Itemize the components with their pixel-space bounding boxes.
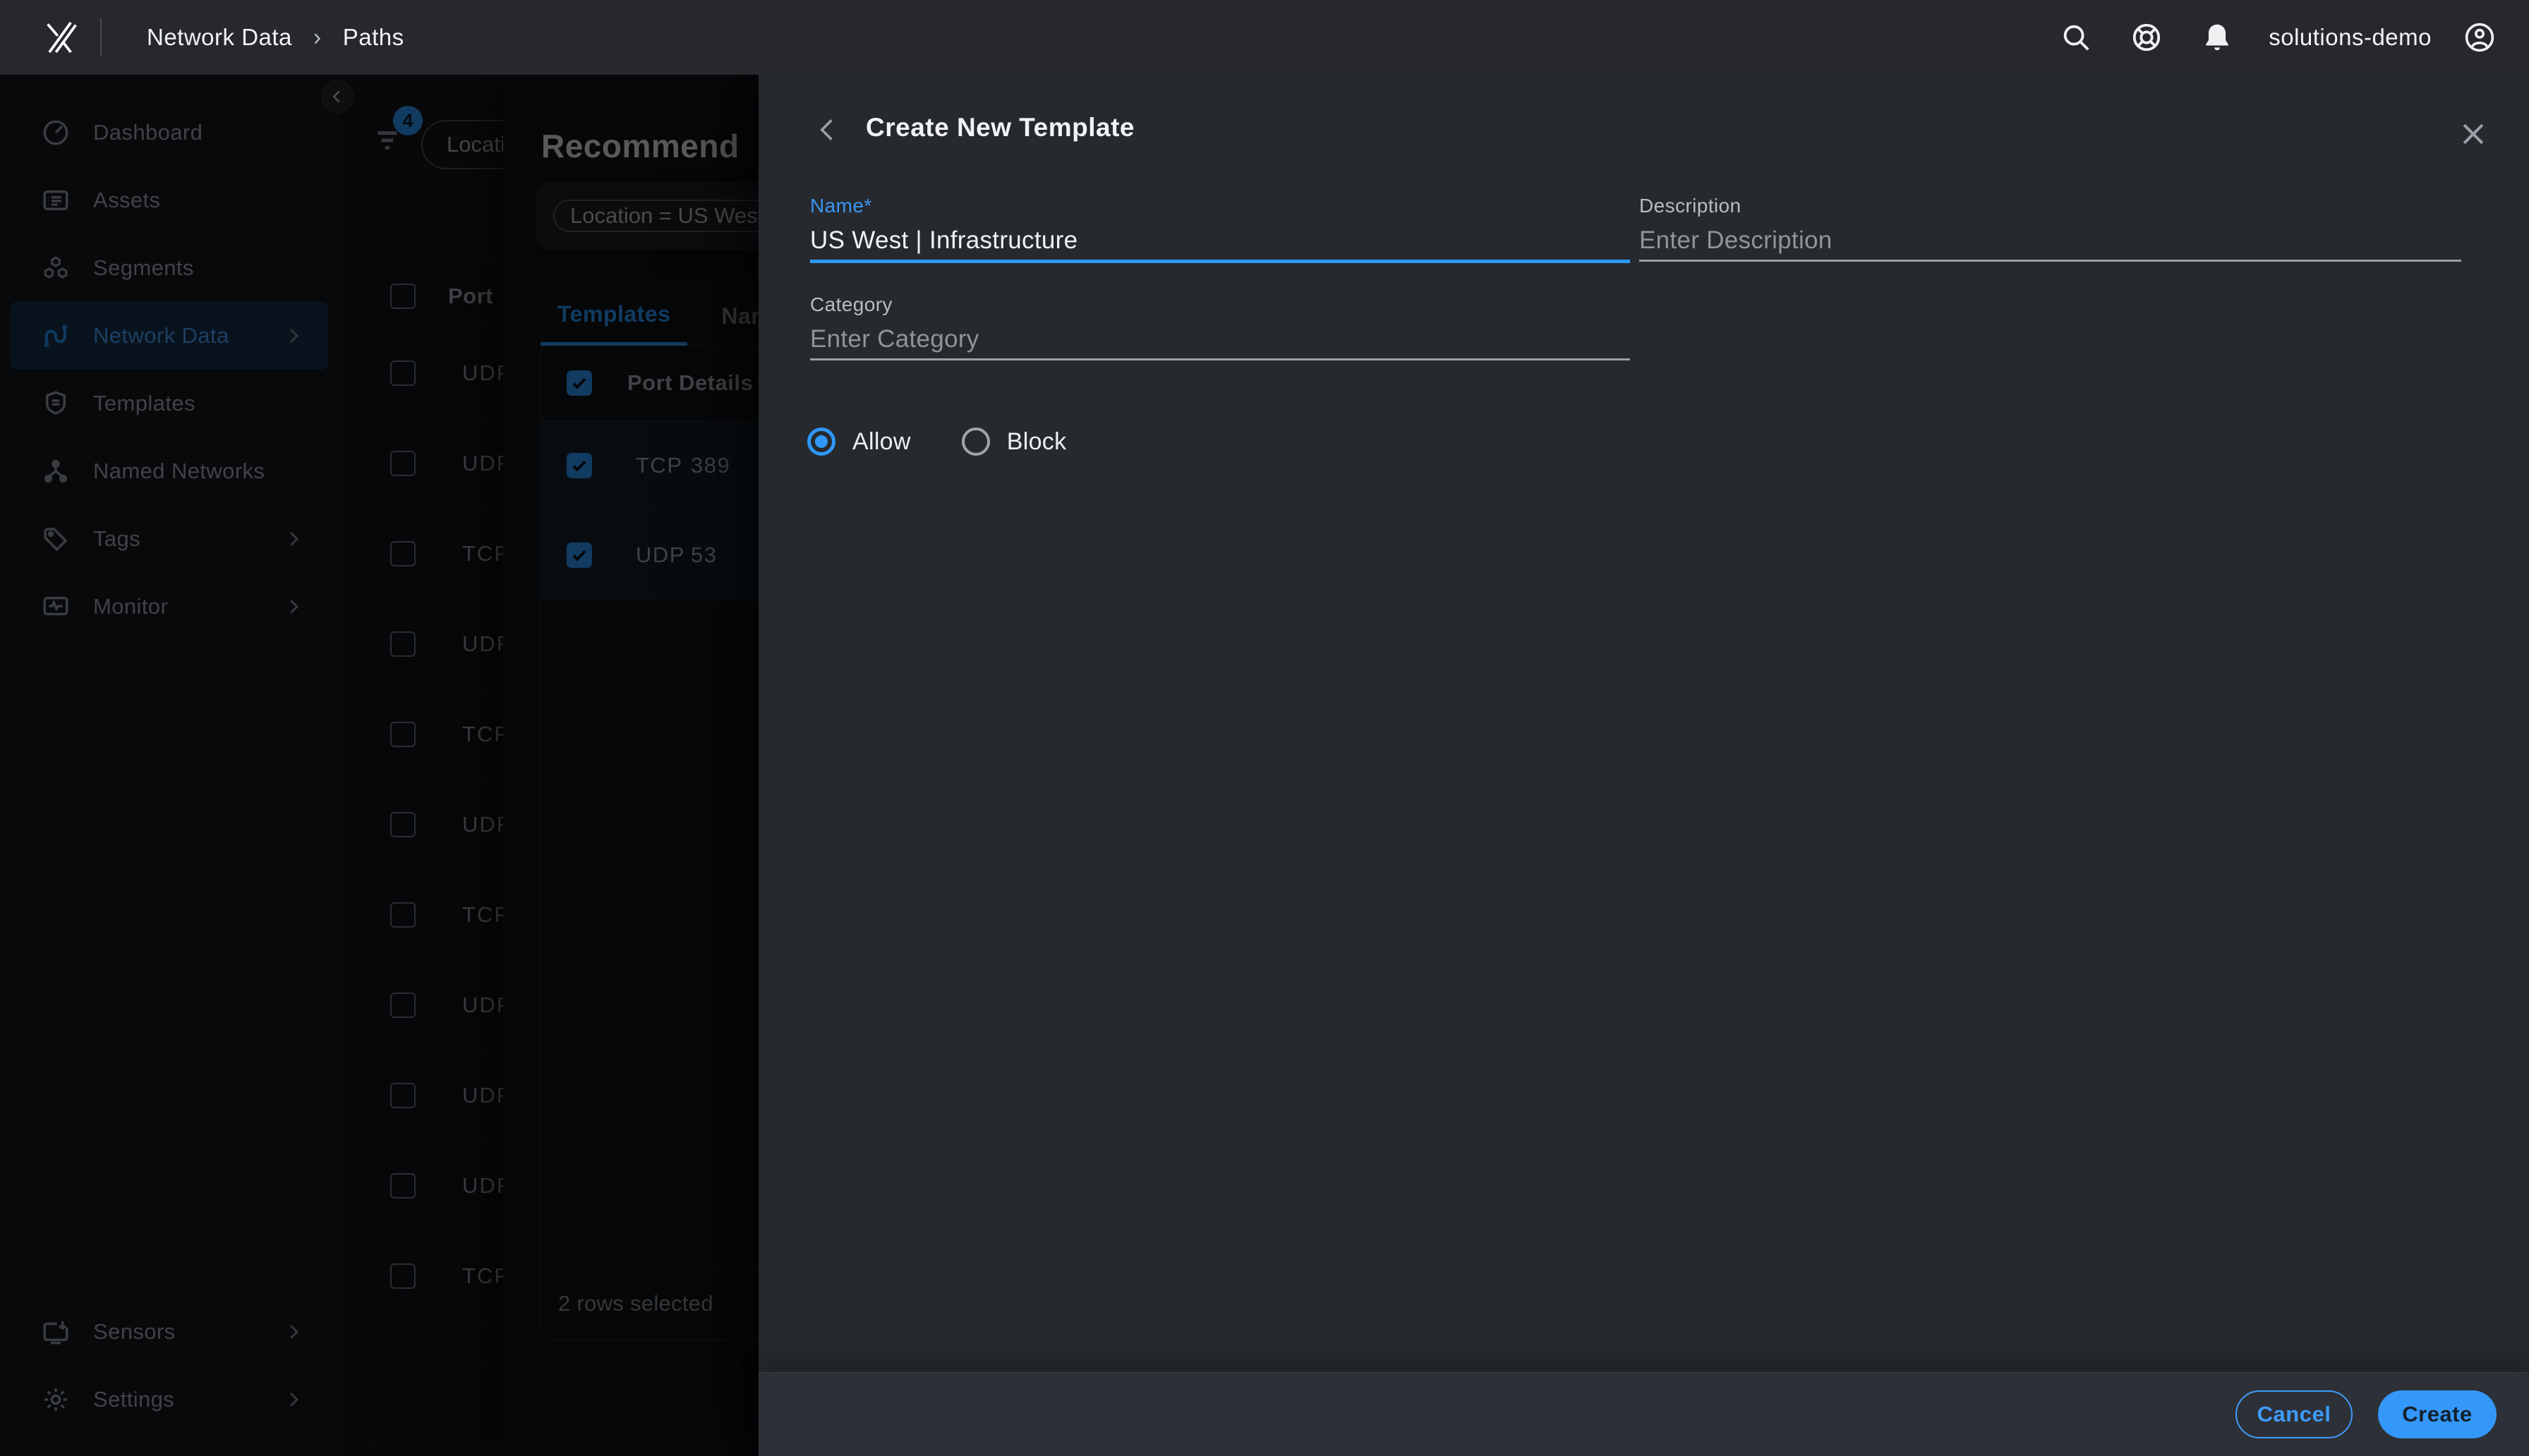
name-underline	[810, 260, 1630, 263]
category-field: Category	[810, 293, 1630, 360]
support-icon[interactable]	[2130, 21, 2163, 54]
description-field: Description	[1639, 195, 2461, 262]
notifications-icon[interactable]	[2201, 21, 2233, 54]
modal-title: Create New Template	[866, 113, 1135, 142]
breadcrumb: Network Data › Paths	[147, 24, 404, 51]
name-input[interactable]	[810, 224, 1630, 257]
radio-label: Allow	[852, 428, 911, 456]
breadcrumb-separator-icon: ›	[313, 25, 322, 49]
category-label: Category	[810, 293, 1630, 317]
create-button[interactable]: Create	[2378, 1390, 2497, 1438]
breadcrumb-section[interactable]: Network Data	[147, 24, 292, 51]
description-label: Description	[1639, 195, 2461, 219]
radio-selected-icon	[807, 427, 835, 456]
category-input[interactable]	[810, 323, 1630, 356]
name-label: Name*	[810, 195, 1630, 219]
topbar-divider	[100, 18, 102, 56]
back-button[interactable]	[812, 114, 843, 145]
search-icon[interactable]	[2060, 21, 2092, 54]
description-input[interactable]	[1639, 224, 2461, 257]
breadcrumb-page: Paths	[343, 24, 404, 51]
radio-block[interactable]: Block	[962, 427, 1067, 456]
cancel-button[interactable]: Cancel	[2235, 1390, 2353, 1438]
action-radio-group: Allow Block	[807, 427, 1117, 456]
description-underline	[1639, 260, 2461, 262]
username[interactable]: solutions-demo	[2269, 24, 2432, 51]
account-icon[interactable]	[2463, 20, 2497, 54]
close-icon[interactable]	[2458, 119, 2489, 150]
screen: Network Data › Paths	[0, 0, 2529, 1456]
topbar-actions: solutions-demo	[2060, 20, 2497, 54]
name-field: Name*	[810, 195, 1630, 263]
topbar: Network Data › Paths	[0, 0, 2529, 75]
category-underline	[810, 358, 1630, 360]
radio-allow[interactable]: Allow	[807, 427, 911, 456]
app-logo-icon	[40, 18, 79, 57]
create-template-modal: Create New Template Name* Description Ca…	[759, 75, 2529, 1456]
radio-label: Block	[1007, 428, 1067, 456]
radio-unselected-icon	[962, 427, 990, 456]
modal-footer: Cancel Create	[759, 1372, 2529, 1456]
